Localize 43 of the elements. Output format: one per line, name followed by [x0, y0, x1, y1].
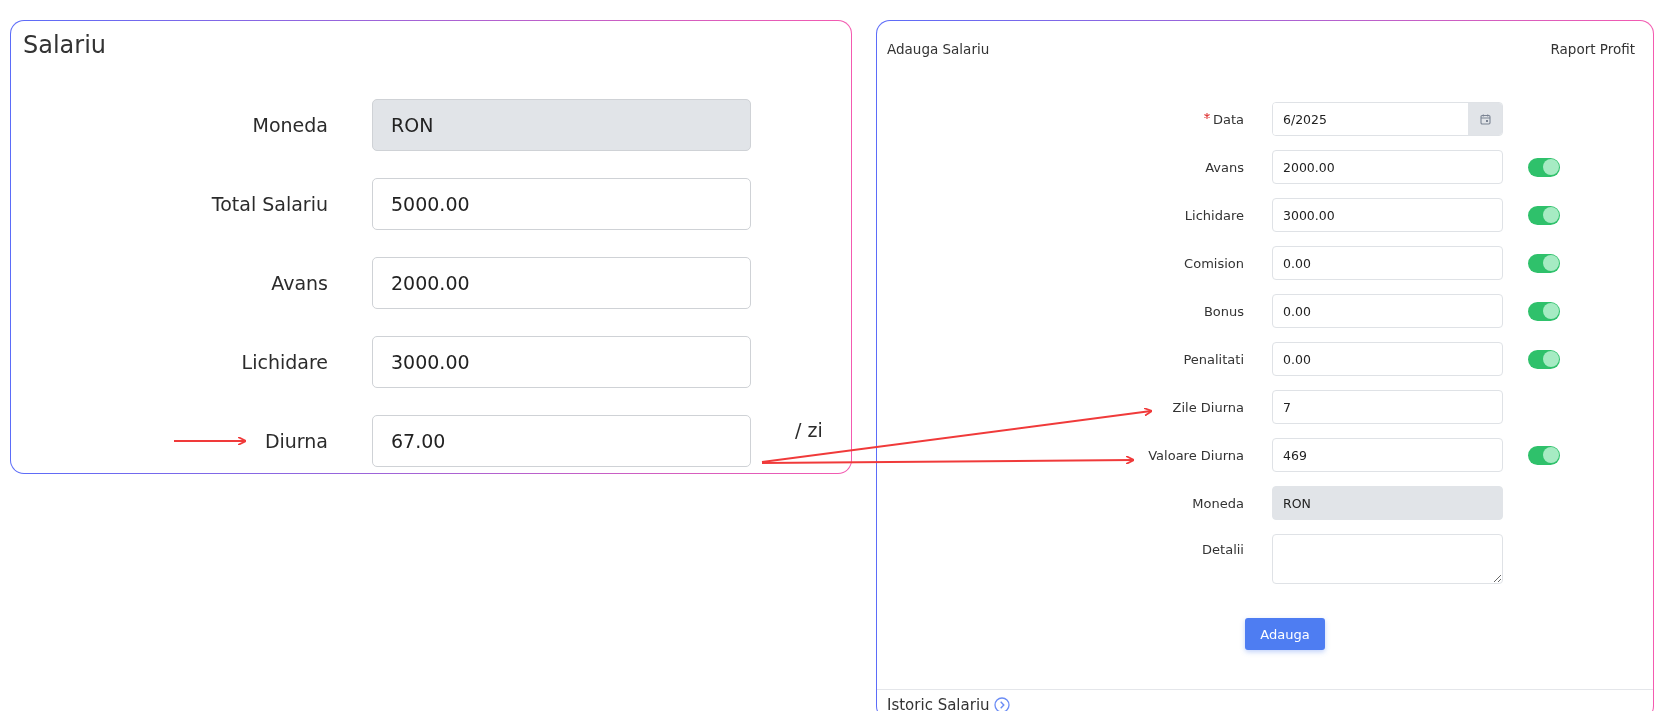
field-label: Avans	[271, 272, 328, 294]
input-field[interactable]: 3000.00	[1272, 198, 1503, 232]
field-label: Data	[1212, 111, 1244, 127]
input-field[interactable]: 2000.00	[372, 257, 751, 309]
readonly-field[interactable]: RON	[372, 99, 751, 151]
input-field[interactable]: 2000.00	[1272, 150, 1503, 184]
toggle-switch[interactable]	[1528, 157, 1560, 177]
history-title: Istoric Salariu	[887, 696, 990, 711]
input-field[interactable]: 0.00	[1272, 246, 1503, 280]
field-label: Penalitati	[1183, 351, 1244, 367]
report-link[interactable]: Raport Profit	[1550, 41, 1635, 57]
date-picker[interactable]: 6/2025	[1272, 102, 1503, 136]
panel-title: Salariu	[23, 31, 107, 59]
calendar-icon[interactable]	[1479, 113, 1491, 125]
toggle-switch[interactable]	[1528, 253, 1560, 273]
field-label: Lichidare	[1184, 207, 1244, 223]
field-label: Valoare Diurna	[1148, 447, 1244, 463]
field-label: Bonus	[1203, 303, 1244, 319]
toggle-switch[interactable]	[1528, 205, 1560, 225]
field-label: Detalii	[1202, 542, 1244, 557]
form-title: Adauga Salariu	[887, 41, 990, 57]
toggle-switch[interactable]	[1528, 349, 1560, 369]
input-field[interactable]: 5000.00	[372, 178, 751, 230]
field-label: Moneda	[1192, 495, 1244, 511]
field-label: Total Salariu	[211, 193, 328, 215]
input-field[interactable]: 67.00	[372, 415, 751, 467]
toggle-switch[interactable]	[1528, 445, 1560, 465]
input-field[interactable]: 469	[1272, 438, 1503, 472]
field-label: Comision	[1184, 255, 1244, 271]
input-field[interactable]: 0.00	[1272, 342, 1503, 376]
details-field[interactable]	[1272, 534, 1503, 584]
input-field[interactable]: 0.00	[1272, 294, 1503, 328]
input-field[interactable]: 3000.00	[372, 336, 751, 388]
field-label: Diurna	[264, 430, 328, 452]
unit-label: / zi	[795, 419, 823, 441]
field-label: Moneda	[252, 114, 328, 136]
add-button[interactable]: Adauga	[1245, 618, 1325, 650]
field-label: Lichidare	[241, 351, 328, 373]
toggle-switch[interactable]	[1528, 301, 1560, 321]
readonly-field[interactable]: RON	[1272, 486, 1503, 520]
field-label: Avans	[1205, 159, 1244, 175]
field-label: Zile Diurna	[1172, 399, 1244, 415]
input-field[interactable]: 7	[1272, 390, 1503, 424]
